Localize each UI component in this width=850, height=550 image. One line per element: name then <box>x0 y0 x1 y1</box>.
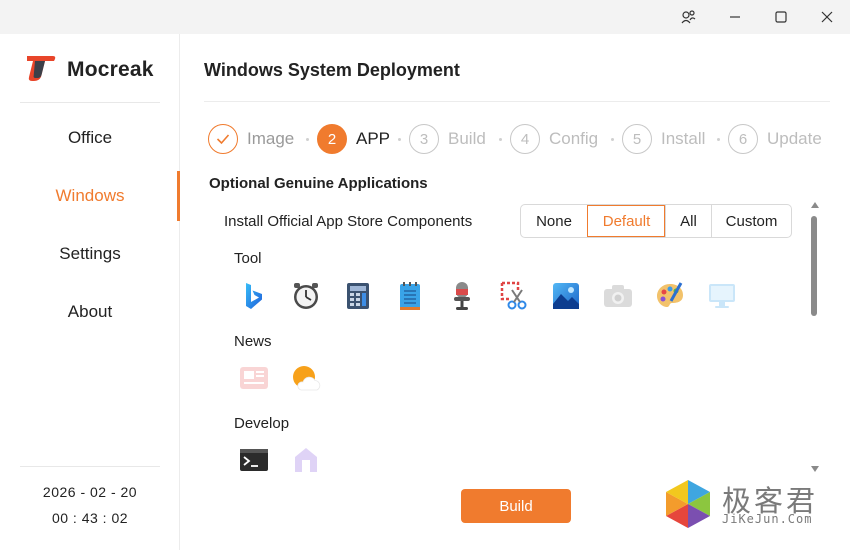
store-components-label: Install Official App Store Components <box>224 213 473 230</box>
clock-icon[interactable] <box>291 281 321 311</box>
sidebar-item-windows[interactable]: Windows <box>0 176 180 216</box>
step-install[interactable]: 5 Install <box>622 123 705 155</box>
maximize-icon[interactable] <box>758 0 804 34</box>
step-image[interactable]: Image <box>208 123 294 155</box>
scroll-thumb[interactable] <box>811 216 817 316</box>
sidebar-divider-bottom <box>20 466 160 467</box>
preset-custom-button[interactable]: Custom <box>711 205 791 237</box>
minimize-icon[interactable] <box>712 0 758 34</box>
close-icon[interactable] <box>804 0 850 34</box>
preset-none-button[interactable]: None <box>521 205 587 237</box>
app-logo: Mocreak <box>25 54 165 86</box>
voice-recorder-icon[interactable] <box>447 281 477 311</box>
check-icon <box>208 124 238 154</box>
time-display: 00 : 43 : 02 <box>51 510 129 526</box>
group-label-develop: Develop <box>234 415 290 432</box>
sidebar-divider <box>20 102 160 103</box>
bing-icon[interactable] <box>239 281 269 311</box>
watermark-logo-icon <box>662 478 714 535</box>
watermark: 极客君 JiKeJun.Com <box>662 476 832 532</box>
sidebar-item-about[interactable]: About <box>0 292 180 332</box>
scrollbar[interactable] <box>808 200 820 474</box>
header-divider <box>204 101 830 102</box>
step-number: 6 <box>728 124 758 154</box>
scroll-up-arrow[interactable] <box>811 202 819 208</box>
preset-selector: None Default All Custom <box>520 204 792 238</box>
page-title: Windows System Deployment <box>204 60 460 80</box>
title-bar <box>0 0 850 34</box>
app-name: Mocreak <box>67 58 154 81</box>
notepad-icon[interactable] <box>395 281 425 311</box>
step-update[interactable]: 6 Update <box>728 123 822 155</box>
step-label: Build <box>448 129 486 148</box>
step-label: Config <box>549 129 599 148</box>
step-app[interactable]: 2 APP <box>317 123 390 155</box>
sidebar-item-settings[interactable]: Settings <box>0 234 180 274</box>
date-display: 2026 - 02 - 20 <box>42 484 138 500</box>
step-label: Install <box>661 129 706 148</box>
step-number: 5 <box>622 124 652 154</box>
calculator-icon[interactable] <box>343 281 373 311</box>
step-label: APP <box>356 129 391 148</box>
scroll-down-arrow[interactable] <box>811 466 819 472</box>
weather-icon[interactable] <box>291 363 321 393</box>
snipping-tool-icon[interactable] <box>499 281 529 311</box>
terminal-icon[interactable] <box>239 445 269 475</box>
step-separator <box>611 138 614 141</box>
group-label-tool: Tool <box>234 250 262 267</box>
build-button[interactable]: Build <box>461 489 571 523</box>
paint-icon[interactable] <box>655 281 685 311</box>
preset-all-button[interactable]: All <box>665 205 711 237</box>
step-separator <box>306 138 309 141</box>
step-separator <box>717 138 720 141</box>
photos-icon[interactable] <box>551 281 581 311</box>
step-label: Update <box>767 129 822 148</box>
news-icon[interactable] <box>239 363 269 393</box>
step-number: 2 <box>317 124 347 154</box>
watermark-subtext: JiKeJun.Com <box>722 512 813 526</box>
remote-desktop-icon[interactable] <box>707 281 737 311</box>
step-build[interactable]: 3 Build <box>409 123 486 155</box>
mocreak-logo-icon <box>25 53 57 88</box>
preset-default-button[interactable]: Default <box>587 205 665 237</box>
step-separator <box>499 138 502 141</box>
sidebar-item-office[interactable]: Office <box>0 118 180 158</box>
settings-icon[interactable] <box>666 0 712 34</box>
step-separator <box>398 138 401 141</box>
dev-home-icon[interactable] <box>291 445 321 475</box>
sidebar: Mocreak Office Windows Settings About 20… <box>0 34 180 550</box>
group-label-news: News <box>234 333 272 350</box>
step-number: 4 <box>510 124 540 154</box>
camera-icon[interactable] <box>603 281 633 311</box>
stepper: Image 2 APP 3 Build 4 Config 5 Install 6… <box>208 123 828 155</box>
active-indicator <box>177 171 180 221</box>
step-config[interactable]: 4 Config <box>510 123 598 155</box>
step-label: Image <box>247 129 295 148</box>
step-number: 3 <box>409 124 439 154</box>
section-title: Optional Genuine Applications <box>209 175 428 192</box>
